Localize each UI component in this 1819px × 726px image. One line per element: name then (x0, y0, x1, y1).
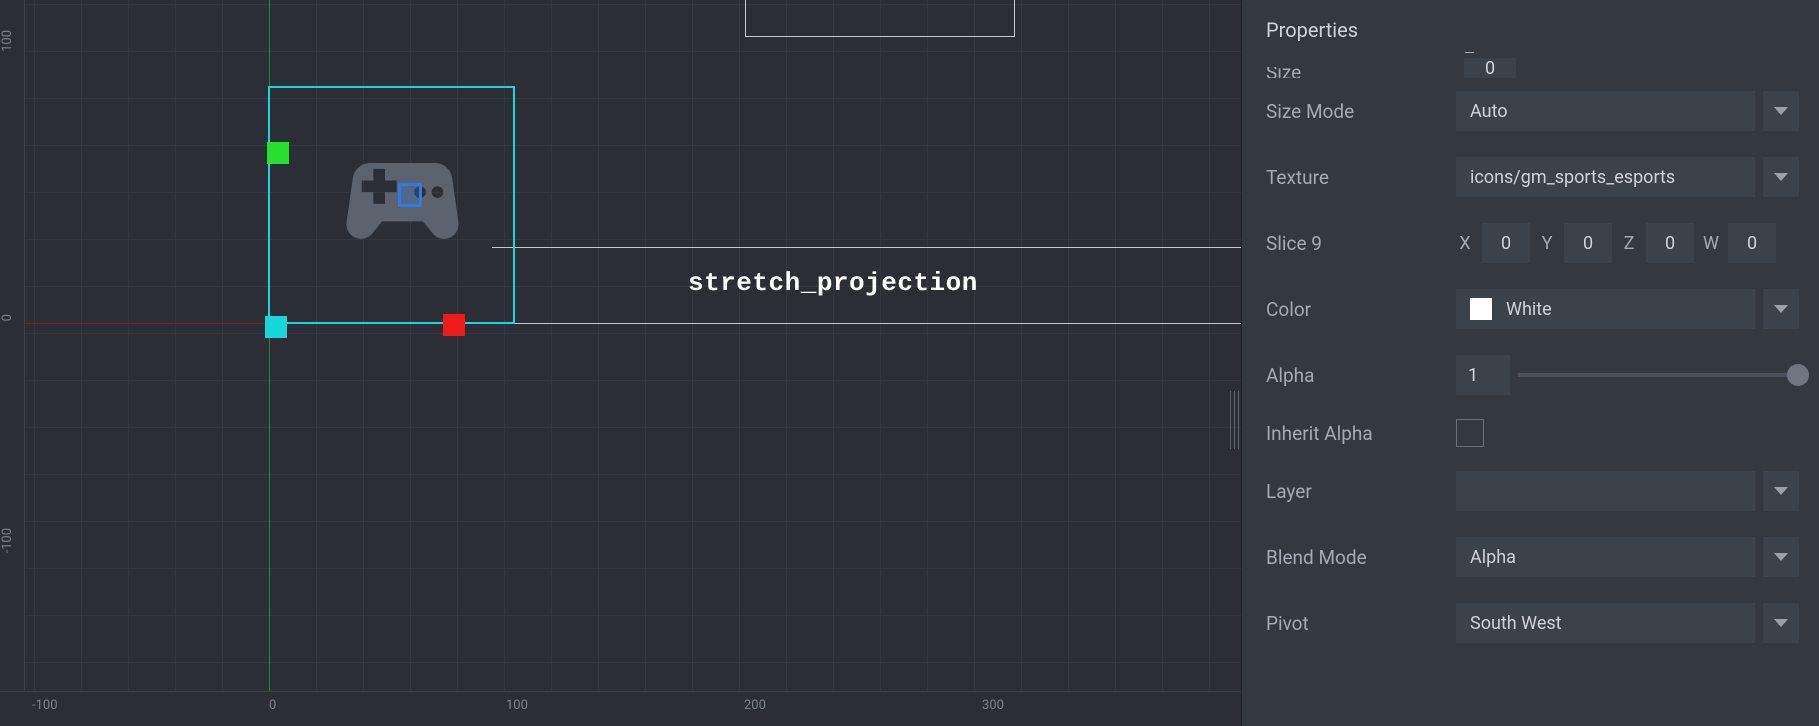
size-z-label: Z (1464, 52, 1475, 58)
sizemode-dropdown-button[interactable] (1763, 91, 1799, 131)
prop-blendmode-label: Blend Mode (1266, 546, 1456, 569)
prop-alpha-row: Alpha 1 (1266, 342, 1799, 408)
alpha-slider-thumb[interactable] (1787, 364, 1809, 386)
prop-pivot-label: Pivot (1266, 612, 1456, 635)
prop-layer-row: Layer (1266, 458, 1799, 524)
blendmode-dropdown-button[interactable] (1763, 537, 1799, 577)
prop-slice9-row: Slice 9 X 0 Y 0 Z 0 W 0 (1266, 210, 1799, 276)
layer-select[interactable] (1456, 471, 1755, 511)
prop-layer-label: Layer (1266, 480, 1456, 503)
prop-pivot-row: Pivot South West (1266, 590, 1799, 656)
gizmo-handle-red[interactable] (443, 314, 465, 336)
prop-blendmode-row: Blend Mode Alpha (1266, 524, 1799, 590)
prop-size-row: Size X 96 Y 96 Z 0 (1266, 52, 1799, 78)
ruler-h-tick: 200 (744, 698, 766, 713)
prop-sizemode-label: Size Mode (1266, 100, 1456, 123)
ruler-h-tick: 100 (506, 698, 528, 713)
color-select[interactable]: White (1456, 289, 1755, 329)
inheritalpha-checkbox[interactable] (1456, 419, 1484, 447)
grid (25, 0, 1241, 691)
slice9-x-label: X (1456, 233, 1474, 254)
prop-color-label: Color (1266, 298, 1456, 321)
texture-value: icons/gm_sports_esports (1470, 167, 1675, 188)
chevron-down-icon (1774, 619, 1788, 627)
texture-select[interactable]: icons/gm_sports_esports (1456, 157, 1755, 197)
slice9-z-label: Z (1620, 233, 1638, 254)
ruler-v-tick: -100 (0, 528, 24, 554)
prop-slice9-label: Slice 9 (1266, 232, 1456, 255)
sizemode-value: Auto (1470, 101, 1508, 122)
app-root: stretch_projection 100 0 -100 -100 0 100… (0, 0, 1819, 726)
chevron-down-icon (1774, 553, 1788, 561)
scene-viewport[interactable]: stretch_projection 100 0 -100 -100 0 100… (0, 0, 1241, 726)
ruler-v-tick: 0 (0, 314, 24, 321)
slice9-w-input[interactable]: 0 (1728, 223, 1776, 263)
prop-color-row: Color White (1266, 276, 1799, 342)
color-value: White (1506, 299, 1552, 320)
slice9-x-input[interactable]: 0 (1482, 223, 1530, 263)
prop-inheritalpha-label: Inherit Alpha (1266, 422, 1456, 445)
pivot-select[interactable]: South West (1456, 603, 1755, 643)
gizmo-handle-green[interactable] (267, 142, 289, 164)
ruler-h-tick: 300 (982, 698, 1004, 713)
properties-panel: Properties Size X 96 Y 96 Z 0 Size Mode (1241, 0, 1819, 726)
panel-title: Properties (1242, 8, 1819, 52)
sizemode-select[interactable]: Auto (1456, 91, 1755, 131)
ruler-h-tick: 0 (269, 698, 276, 713)
node-box-top[interactable] (745, 0, 1015, 37)
pivot-dropdown-button[interactable] (1763, 603, 1799, 643)
gizmo-handle-blue[interactable] (398, 183, 422, 207)
alpha-input[interactable]: 1 (1456, 355, 1510, 395)
chevron-down-icon (1774, 173, 1788, 181)
prop-texture-label: Texture (1266, 166, 1456, 189)
prop-texture-row: Texture icons/gm_sports_esports (1266, 144, 1799, 210)
ruler-vertical: 100 0 -100 (0, 0, 25, 691)
prop-alpha-label: Alpha (1266, 364, 1456, 387)
texture-dropdown-button[interactable] (1763, 157, 1799, 197)
pivot-value: South West (1470, 613, 1562, 634)
prop-size-label: Size (1266, 67, 1456, 78)
prop-inheritalpha-row: Inherit Alpha (1266, 408, 1799, 458)
blendmode-value: Alpha (1470, 547, 1516, 568)
ruler-horizontal: -100 0 100 200 300 (0, 691, 1241, 726)
node-label: stretch_projection (688, 268, 978, 298)
prop-sizemode-row: Size Mode Auto (1266, 78, 1799, 144)
color-dropdown-button[interactable] (1763, 289, 1799, 329)
slice9-y-label: Y (1538, 233, 1556, 254)
panel-resize-handle[interactable] (1227, 380, 1241, 460)
gizmo-handle-cyan[interactable] (265, 316, 287, 338)
slice9-y-input[interactable]: 0 (1564, 223, 1612, 263)
slice9-w-label: W (1702, 233, 1720, 254)
alpha-slider[interactable] (1518, 373, 1799, 377)
blendmode-select[interactable]: Alpha (1456, 537, 1755, 577)
panel-body: Size X 96 Y 96 Z 0 Size Mode Auto (1242, 52, 1819, 726)
ruler-h-tick: -100 (32, 698, 58, 713)
chevron-down-icon (1774, 305, 1788, 313)
canvas[interactable]: stretch_projection (25, 0, 1241, 691)
color-swatch (1470, 298, 1492, 320)
size-z-input[interactable]: 0 (1464, 58, 1516, 78)
chevron-down-icon (1774, 487, 1788, 495)
chevron-down-icon (1774, 107, 1788, 115)
slice9-z-input[interactable]: 0 (1646, 223, 1694, 263)
layer-dropdown-button[interactable] (1763, 471, 1799, 511)
axis-x (25, 323, 1241, 324)
ruler-v-tick: 100 (0, 30, 24, 52)
